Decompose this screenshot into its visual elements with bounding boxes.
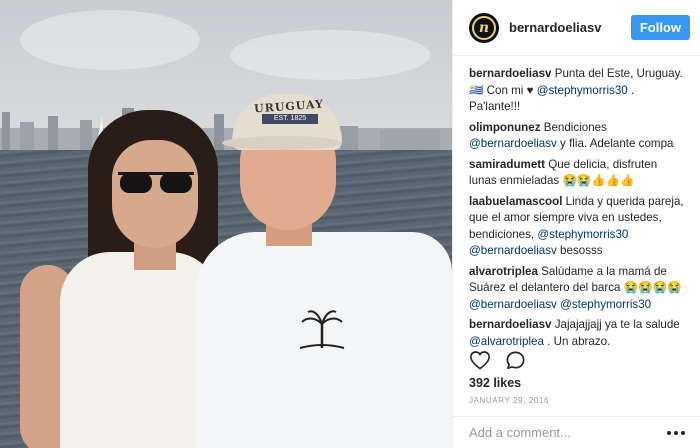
- likes-count[interactable]: 392 likes: [469, 376, 521, 390]
- mention-link[interactable]: @stephymorris30: [537, 84, 628, 97]
- cap-brim: [222, 136, 342, 150]
- comment-item: samiradumett Que delicia, disfruten luna…: [469, 157, 684, 190]
- comments-list: bernardoeliasv Punta del Este, Uruguay. …: [453, 56, 700, 348]
- post-date[interactable]: JANUARY 29, 2016: [469, 396, 549, 405]
- comment-username[interactable]: samiradumett: [469, 158, 545, 171]
- comment-username[interactable]: olimponunez: [469, 121, 541, 134]
- comment-username[interactable]: bernardoeliasv: [469, 67, 551, 80]
- cloud: [20, 10, 200, 70]
- heart-icon[interactable]: [469, 350, 491, 370]
- cap-subtext: EST. 1825: [262, 114, 318, 124]
- avatar[interactable]: n: [469, 12, 499, 43]
- comment-text: besosss: [556, 244, 603, 257]
- action-bar: [469, 350, 526, 371]
- mention-link[interactable]: @stephymorris30: [560, 298, 651, 311]
- comment-item: bernardoeliasv Jajajajjajj ya te la salu…: [469, 317, 684, 348]
- comment-input[interactable]: [469, 425, 649, 440]
- post-photo[interactable]: URUGUAY EST. 1825: [0, 0, 452, 448]
- woman-face: [112, 140, 198, 248]
- comment-text: y flia. Adelante compa: [556, 137, 674, 150]
- sunglasses-icon: [118, 172, 194, 193]
- comment-text: Jajajajjajj ya te la salude: [551, 318, 680, 331]
- ellipsis-icon[interactable]: [667, 430, 685, 435]
- post-side-panel: n bernardoeliasv Follow bernardoeliasv P…: [452, 0, 700, 448]
- mention-link[interactable]: @bernardoeliasv: [469, 244, 557, 257]
- comment-username[interactable]: laabuelamascool: [469, 195, 562, 208]
- comment-text: Bendiciones: [540, 120, 607, 134]
- palm-tree-logo-icon: [299, 310, 345, 349]
- cloud: [230, 30, 430, 80]
- mention-link[interactable]: @bernardoeliasv: [469, 298, 557, 311]
- comment-username[interactable]: alvarotriplea: [469, 265, 538, 278]
- follow-button[interactable]: Follow: [630, 15, 690, 40]
- post-header: n bernardoeliasv Follow: [453, 0, 700, 56]
- brand-logo-icon: n: [472, 15, 496, 40]
- speech-bubble-icon[interactable]: [505, 350, 526, 371]
- comment-item: bernardoeliasv Punta del Este, Uruguay. …: [469, 66, 684, 116]
- comment-text: . Un abrazo.: [543, 334, 611, 348]
- comment-item: olimponunez Bendiciones @bernardoeliasv …: [469, 120, 684, 153]
- add-comment-bar: [453, 416, 700, 448]
- mention-link[interactable]: @bernardoeliasv: [469, 137, 557, 150]
- mention-link[interactable]: @alvarotriplea: [469, 335, 544, 348]
- comment-item: alvarotriplea Salúdame a la mamá de Suár…: [469, 264, 684, 314]
- mention-link[interactable]: @stephymorris30: [537, 228, 628, 241]
- comment-username[interactable]: bernardoeliasv: [469, 318, 551, 331]
- header-username[interactable]: bernardoeliasv: [509, 20, 631, 35]
- comment-item: laabuelamascool Linda y querida pareja, …: [469, 194, 684, 260]
